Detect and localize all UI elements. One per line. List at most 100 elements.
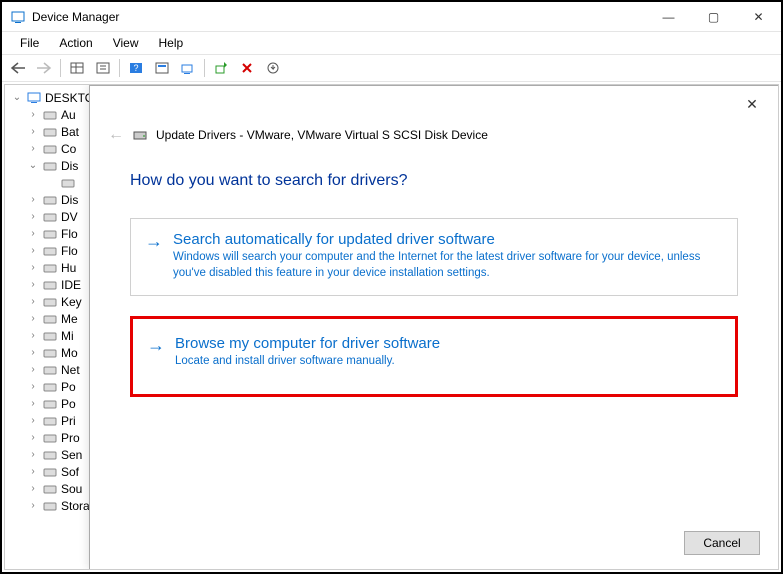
expand-icon[interactable]: ›: [27, 262, 39, 273]
dialog-close-button[interactable]: ✕: [742, 96, 762, 116]
option-search-automatically[interactable]: → Search automatically for updated drive…: [130, 218, 738, 296]
expand-icon[interactable]: ›: [27, 296, 39, 307]
close-button[interactable]: ✕: [736, 3, 781, 31]
action-button[interactable]: [150, 57, 174, 79]
device-icon: [42, 244, 58, 258]
expand-icon[interactable]: ›: [27, 228, 39, 239]
forward-button[interactable]: [32, 57, 56, 79]
menu-view[interactable]: View: [103, 34, 149, 52]
expand-icon[interactable]: ⌄: [27, 160, 39, 171]
expand-icon[interactable]: ›: [27, 313, 39, 324]
option-browse-computer[interactable]: → Browse my computer for driver software…: [130, 316, 738, 397]
properties-button[interactable]: [91, 57, 115, 79]
expand-icon[interactable]: ›: [27, 194, 39, 205]
device-icon: [42, 295, 58, 309]
menu-file[interactable]: File: [10, 34, 49, 52]
tree-item-label: Sof: [61, 465, 79, 479]
expand-icon[interactable]: ›: [27, 347, 39, 358]
expand-icon[interactable]: ›: [27, 364, 39, 375]
device-icon: [42, 482, 58, 496]
tree-item-label: Me: [61, 312, 78, 326]
tree-item-label: DV: [61, 210, 78, 224]
dialog-body: → Search automatically for updated drive…: [90, 190, 778, 397]
update-drivers-dialog: ✕ ← Update Drivers - VMware, VMware Virt…: [89, 85, 778, 569]
cancel-button[interactable]: Cancel: [684, 531, 760, 555]
device-icon: [42, 261, 58, 275]
device-icon: [42, 278, 58, 292]
tree-item-label: IDE: [61, 278, 81, 292]
option-desc: Windows will search your computer and th…: [173, 250, 723, 281]
expand-icon[interactable]: ›: [27, 126, 39, 137]
expand-icon[interactable]: ›: [27, 415, 39, 426]
expand-icon[interactable]: ›: [27, 330, 39, 341]
expand-icon[interactable]: ›: [27, 245, 39, 256]
expand-icon[interactable]: ›: [27, 143, 39, 154]
tree-item-label: Bat: [61, 125, 79, 139]
expand-icon[interactable]: ›: [27, 381, 39, 392]
tree-item-label: Au: [61, 108, 76, 122]
expand-icon[interactable]: ›: [27, 483, 39, 494]
expand-icon[interactable]: ›: [27, 398, 39, 409]
option-text: Browse my computer for driver software L…: [175, 335, 440, 370]
expand-icon[interactable]: ›: [27, 449, 39, 460]
maximize-button[interactable]: ▢: [691, 3, 736, 31]
show-hidden-button[interactable]: [65, 57, 89, 79]
scan-button[interactable]: [176, 57, 200, 79]
update-button[interactable]: [261, 57, 285, 79]
device-icon: [42, 448, 58, 462]
tree-item-label: Flo: [61, 244, 78, 258]
device-icon: [42, 363, 58, 377]
device-icon: [42, 142, 58, 156]
expand-icon[interactable]: ›: [27, 432, 39, 443]
expand-icon[interactable]: ›: [27, 279, 39, 290]
dialog-back-button[interactable]: ←: [108, 126, 124, 144]
toolbar-separator: [60, 59, 61, 77]
option-title: Search automatically for updated driver …: [173, 231, 723, 248]
window-controls: — ▢ ✕: [646, 3, 781, 31]
tree-root-label: DESKTO: [45, 91, 94, 105]
dialog-footer: Cancel: [684, 531, 760, 555]
arrow-right-icon: →: [147, 335, 165, 370]
tree-item-label: Flo: [61, 227, 78, 241]
device-icon: [42, 346, 58, 360]
expand-icon[interactable]: ›: [27, 466, 39, 477]
tree-item-label: Hu: [61, 261, 76, 275]
tree-item-label: Po: [61, 380, 76, 394]
device-icon: [42, 159, 58, 173]
uninstall-button[interactable]: [235, 57, 259, 79]
drive-icon: [60, 176, 76, 190]
tree-item-label: Po: [61, 397, 76, 411]
help-button[interactable]: ?: [124, 57, 148, 79]
expand-icon[interactable]: ›: [27, 211, 39, 222]
enable-button[interactable]: [209, 57, 233, 79]
device-icon: [42, 465, 58, 479]
expand-icon[interactable]: ›: [27, 109, 39, 120]
back-button[interactable]: [6, 57, 30, 79]
expand-icon[interactable]: ›: [27, 500, 39, 511]
drive-icon: [132, 127, 148, 143]
device-icon: [42, 125, 58, 139]
tree-item-label: Sou: [61, 482, 82, 496]
computer-icon: [26, 91, 42, 105]
option-title: Browse my computer for driver software: [175, 335, 440, 352]
minimize-button[interactable]: —: [646, 3, 691, 31]
device-icon: [42, 108, 58, 122]
tree-item-label: Dis: [61, 159, 78, 173]
menubar: File Action View Help: [2, 32, 781, 54]
app-icon: [10, 9, 26, 25]
tree-item-label: Net: [61, 363, 80, 377]
toolbar-separator: [119, 59, 120, 77]
menu-help[interactable]: Help: [149, 34, 194, 52]
option-desc: Locate and install driver software manua…: [175, 354, 440, 370]
device-icon: [42, 329, 58, 343]
arrow-right-icon: →: [145, 231, 163, 281]
device-icon: [42, 397, 58, 411]
tree-item-label: Mo: [61, 346, 78, 360]
menu-action[interactable]: Action: [49, 34, 102, 52]
device-icon: [42, 210, 58, 224]
tree-item-label: Sen: [61, 448, 82, 462]
collapse-icon[interactable]: ⌄: [11, 92, 23, 103]
window-title: Device Manager: [32, 10, 119, 24]
device-icon: [42, 431, 58, 445]
dialog-title: Update Drivers - VMware, VMware Virtual …: [156, 128, 488, 142]
